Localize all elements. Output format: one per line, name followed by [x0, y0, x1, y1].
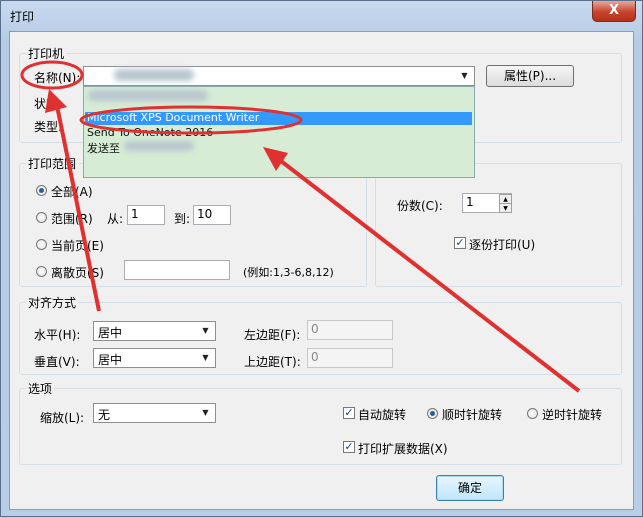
printer-status-label: 状态: — [34, 97, 63, 111]
range-current-radio[interactable] — [36, 239, 47, 250]
printer-group-title: 打印机 — [26, 45, 67, 62]
window-title: 打印 — [10, 10, 35, 24]
horizontal-label: 水平(H): — [34, 328, 81, 342]
collate-checkbox[interactable]: ✓ — [454, 237, 466, 249]
range-current-label[interactable]: 当前页(E) — [51, 237, 104, 254]
top-margin-label: 上边距(T): — [244, 355, 301, 369]
ok-button[interactable]: 确定 — [436, 475, 504, 501]
range-to-input[interactable]: 10 — [193, 205, 231, 225]
horizontal-select-value: 居中 — [98, 326, 123, 340]
dropdown-item-onenote[interactable]: Send To OneNote 2016 — [87, 126, 213, 139]
dropdown-item-send-to[interactable]: 发送至 — [87, 140, 120, 156]
vertical-select[interactable]: 居中 ▼ — [93, 348, 216, 368]
scale-label: 缩放(L): — [40, 411, 85, 425]
copies-label: 份数(C): — [397, 199, 443, 213]
auto-rotate-checkbox[interactable]: ✓ — [343, 407, 355, 419]
horizontal-select[interactable]: 居中 ▼ — [93, 321, 216, 341]
clockwise-label[interactable]: 顺时针旋转 — [442, 406, 502, 423]
discrete-pages-example: (例如:1,3-6,8,12) — [243, 266, 334, 279]
alignment-group-title: 对齐方式 — [26, 294, 79, 311]
scale-select-value: 无 — [98, 408, 111, 422]
counterclockwise-label[interactable]: 逆时针旋转 — [542, 406, 602, 423]
range-discrete-label[interactable]: 离散页(S) — [51, 264, 104, 281]
print-range-group-title: 打印范围 — [26, 155, 79, 172]
range-all-label[interactable]: 全部(A) — [51, 183, 93, 200]
range-from-label: 从: — [107, 212, 124, 226]
chevron-down-icon[interactable]: ▼ — [198, 351, 213, 365]
range-from-input[interactable]: 1 — [127, 205, 165, 225]
print-extended-checkbox[interactable]: ✓ — [343, 441, 355, 453]
auto-rotate-label[interactable]: 自动旋转 — [358, 406, 406, 423]
vertical-select-value: 居中 — [98, 353, 123, 367]
redacted-printer-item — [88, 90, 208, 101]
range-discrete-radio[interactable] — [36, 266, 47, 277]
redacted-printer-name — [114, 69, 194, 81]
chevron-down-icon[interactable]: ▼ — [457, 69, 472, 83]
print-extended-label[interactable]: 打印扩展数据(X) — [358, 440, 448, 457]
printer-name-label: 名称(N): — [34, 71, 81, 85]
close-button[interactable]: X — [592, 1, 636, 22]
copies-group: 份数 — [375, 155, 622, 287]
printer-name-select[interactable]: ▼ — [83, 66, 475, 86]
dropdown-item-xps[interactable]: Microsoft XPS Document Writer — [87, 111, 259, 124]
redacted-send-to-target — [124, 141, 194, 151]
range-all-radio[interactable] — [36, 185, 47, 196]
options-group: 选项 — [19, 380, 622, 465]
options-group-title: 选项 — [26, 380, 55, 397]
spin-down-icon[interactable]: ▼ — [499, 203, 512, 213]
vertical-label: 垂直(V): — [34, 355, 80, 369]
chevron-down-icon[interactable]: ▼ — [198, 324, 213, 338]
title-bar[interactable]: 打印 X — [1, 1, 642, 31]
range-to-label: 到: — [174, 212, 191, 226]
counterclockwise-radio[interactable] — [527, 408, 538, 419]
printer-type-label: 类型: — [34, 120, 63, 134]
scale-select[interactable]: 无 ▼ — [93, 403, 216, 423]
range-pages-radio[interactable] — [36, 212, 47, 223]
print-dialog-window: 打印 X 打印机 名称(N): ▼ 属性(P)... 状态: 类型: 打印范围 … — [0, 0, 643, 517]
top-margin-input[interactable]: 0 — [307, 348, 393, 368]
left-margin-label: 左边距(F): — [244, 328, 301, 342]
properties-button[interactable]: 属性(P)... — [486, 65, 574, 87]
left-margin-input[interactable]: 0 — [307, 320, 393, 340]
chevron-down-icon[interactable]: ▼ — [198, 406, 213, 420]
printer-dropdown-list: Microsoft XPS Document Writer Send To On… — [83, 86, 475, 178]
collate-label[interactable]: 逐份打印(U) — [469, 236, 535, 253]
clockwise-radio[interactable] — [427, 408, 438, 419]
discrete-pages-input[interactable] — [124, 260, 230, 280]
range-pages-label[interactable]: 范围(R) — [51, 210, 93, 227]
dialog-client-area: 打印机 名称(N): ▼ 属性(P)... 状态: 类型: 打印范围 全部(A)… — [9, 31, 634, 510]
